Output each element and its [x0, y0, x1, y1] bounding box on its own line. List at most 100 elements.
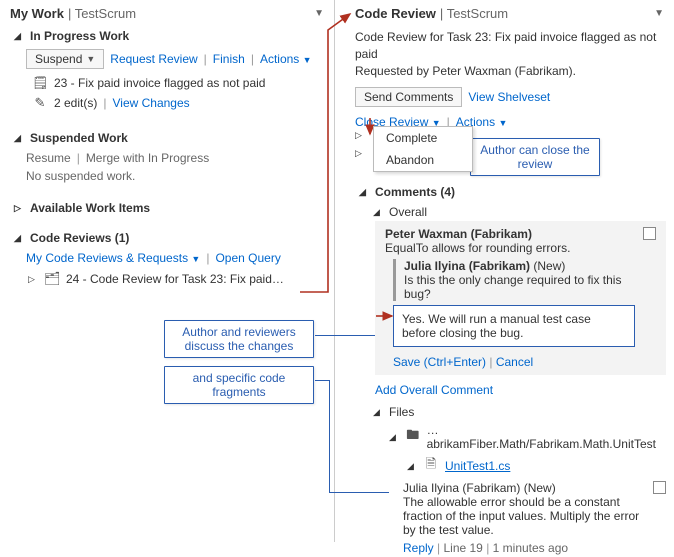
edits-count: 2 edit(s) — [54, 96, 97, 110]
callout-fragments: and specific code fragments — [164, 366, 314, 404]
comments-header[interactable]: Comments (4) — [345, 181, 674, 201]
file-path: …abrikamFiber.Math/Fabrikam.Math.UnitTes… — [427, 423, 664, 451]
chevron-down-icon: ▼ — [191, 254, 200, 264]
overall-label: Overall — [389, 205, 427, 219]
merge-link[interactable]: Merge with In Progress — [86, 151, 209, 165]
section-in-progress[interactable]: In Progress Work — [0, 25, 334, 45]
comment-time: 1 minutes ago — [493, 541, 568, 555]
review-item-row[interactable]: 🗂 24 - Code Review for Task 23: Fix paid… — [0, 269, 334, 289]
pane-menu-icon[interactable]: ▼ — [314, 8, 324, 19]
section-label: Code Reviews (1) — [30, 231, 129, 245]
expand-icon — [389, 432, 399, 443]
file-name-link[interactable]: UnitTest1.cs — [445, 459, 510, 473]
expand-icon — [359, 187, 369, 198]
task-row[interactable]: 🗒 23 - Fix paid invoice flagged as not p… — [0, 73, 334, 93]
expand-icon[interactable]: ▷ — [355, 148, 362, 159]
code-review-pane: Code Review | TestScrum ▼ Code Review fo… — [345, 0, 674, 542]
pencil-icon: ✎ — [32, 95, 48, 111]
view-shelveset-link[interactable]: View Shelveset — [468, 90, 550, 104]
in-progress-toolbar: Suspend ▼ Request Review | Finish | Acti… — [0, 45, 334, 73]
add-overall-comment-link[interactable]: Add Overall Comment — [375, 383, 493, 397]
section-available[interactable]: Available Work Items — [0, 197, 334, 217]
file-comment-text: The allowable error should be a constant… — [403, 495, 645, 537]
pane-header-left: My Work | TestScrum ▼ — [0, 0, 334, 25]
desc-line2: Requested by Peter Waxman (Fabrikam). — [355, 63, 664, 80]
comment-checkbox[interactable] — [643, 227, 656, 240]
expand-icon — [373, 407, 383, 418]
pane-header-right: Code Review | TestScrum ▼ — [345, 0, 674, 25]
review-description: Code Review for Task 23: Fix paid invoic… — [345, 25, 674, 83]
pane-menu-icon[interactable]: ▼ — [654, 8, 664, 19]
new-tag: (New) — [533, 259, 565, 273]
review-actions: Send Comments View Shelveset — [345, 83, 674, 111]
request-review-link[interactable]: Request Review — [110, 52, 197, 66]
comment-text: EqualTo allows for rounding errors. — [385, 241, 635, 255]
expand-icon — [14, 133, 24, 144]
chevron-down-icon: ▼ — [498, 118, 507, 128]
review-icon: 🗂 — [44, 271, 60, 287]
callout-close-review: Author can close the review — [470, 138, 600, 176]
file-comment: Julia Ilyina (Fabrikam) (New) The allowa… — [345, 479, 674, 557]
suspended-toolbar: Resume | Merge with In Progress — [0, 147, 334, 169]
edits-row: ✎ 2 edit(s) | View Changes — [0, 93, 334, 113]
overall-header[interactable]: Overall — [345, 201, 674, 221]
section-label: Available Work Items — [30, 201, 150, 215]
chevron-down-icon: ▼ — [303, 55, 312, 65]
menu-abandon[interactable]: Abandon — [374, 149, 472, 171]
my-work-pane: My Work | TestScrum ▼ In Progress Work S… — [0, 0, 335, 542]
expand-icon — [373, 207, 383, 218]
file-icon: 🗎 — [423, 455, 439, 477]
send-comments-button[interactable]: Send Comments — [355, 87, 462, 107]
open-query-link[interactable]: Open Query — [215, 251, 280, 265]
reply-text: Is this the only change required to fix … — [404, 273, 635, 301]
suspend-button[interactable]: Suspend ▼ — [26, 49, 104, 69]
pane-title: My Work — [10, 6, 64, 21]
review-item-label: 24 - Code Review for Task 23: Fix paid… — [66, 272, 284, 286]
file-comment-author: Julia Ilyina (Fabrikam) — [403, 481, 520, 495]
save-link[interactable]: Save (Ctrl+Enter) — [393, 355, 486, 369]
no-suspended-text: No suspended work. — [0, 169, 334, 183]
comments-label: Comments (4) — [375, 185, 455, 199]
task-label: 23 - Fix paid invoice flagged as not pai… — [54, 76, 265, 90]
task-icon: 🗒 — [32, 75, 48, 91]
expand-icon — [14, 31, 24, 42]
my-reviews-link[interactable]: My Code Reviews & Requests ▼ — [26, 251, 200, 265]
menu-complete[interactable]: Complete — [374, 127, 472, 149]
comment-thread: Peter Waxman (Fabrikam) EqualTo allows f… — [375, 221, 666, 375]
expand-icon — [14, 233, 24, 244]
close-review-menu: Complete Abandon — [373, 126, 473, 172]
files-header[interactable]: Files — [345, 401, 674, 421]
view-changes-link[interactable]: View Changes — [112, 96, 189, 110]
callout-discuss: Author and reviewers discuss the changes — [164, 320, 314, 358]
file-row[interactable]: 🗎 UnitTest1.cs — [345, 453, 674, 479]
files-label: Files — [389, 405, 414, 419]
section-suspended[interactable]: Suspended Work — [0, 127, 334, 147]
new-tag: (New) — [524, 481, 556, 495]
section-code-reviews[interactable]: Code Reviews (1) — [0, 227, 334, 247]
cancel-link[interactable]: Cancel — [496, 355, 533, 369]
comment-author: Peter Waxman (Fabrikam) — [385, 227, 532, 241]
pane-subtitle: | TestScrum — [68, 6, 136, 21]
folder-icon: 🖿 — [405, 426, 421, 448]
reply-link[interactable]: Reply — [403, 541, 434, 555]
pane-title: Code Review — [355, 6, 436, 21]
expand-icon — [14, 203, 24, 214]
file-comment-checkbox[interactable] — [653, 481, 666, 494]
reply-block: Julia Ilyina (Fabrikam) (New) Is this th… — [393, 259, 635, 301]
file-folder-row[interactable]: 🖿 …abrikamFiber.Math/Fabrikam.Math.UnitT… — [345, 421, 674, 453]
pane-subtitle: | TestScrum — [440, 6, 508, 21]
finish-link[interactable]: Finish — [213, 52, 245, 66]
expand-icon — [28, 274, 38, 285]
expand-icon[interactable]: ▷ — [355, 130, 362, 141]
actions-link[interactable]: Actions ▼ — [260, 52, 312, 66]
reply-input[interactable]: Yes. We will run a manual test case befo… — [393, 305, 635, 347]
expand-icon — [407, 461, 417, 472]
reply-author: Julia Ilyina (Fabrikam) — [404, 259, 530, 273]
resume-link[interactable]: Resume — [26, 151, 71, 165]
section-label: Suspended Work — [30, 131, 128, 145]
chevron-down-icon: ▼ — [86, 54, 95, 64]
code-reviews-toolbar: My Code Reviews & Requests ▼ | Open Quer… — [0, 247, 334, 269]
line-ref: Line 19 — [443, 541, 482, 555]
desc-line1: Code Review for Task 23: Fix paid invoic… — [355, 29, 664, 63]
section-label: In Progress Work — [30, 29, 129, 43]
